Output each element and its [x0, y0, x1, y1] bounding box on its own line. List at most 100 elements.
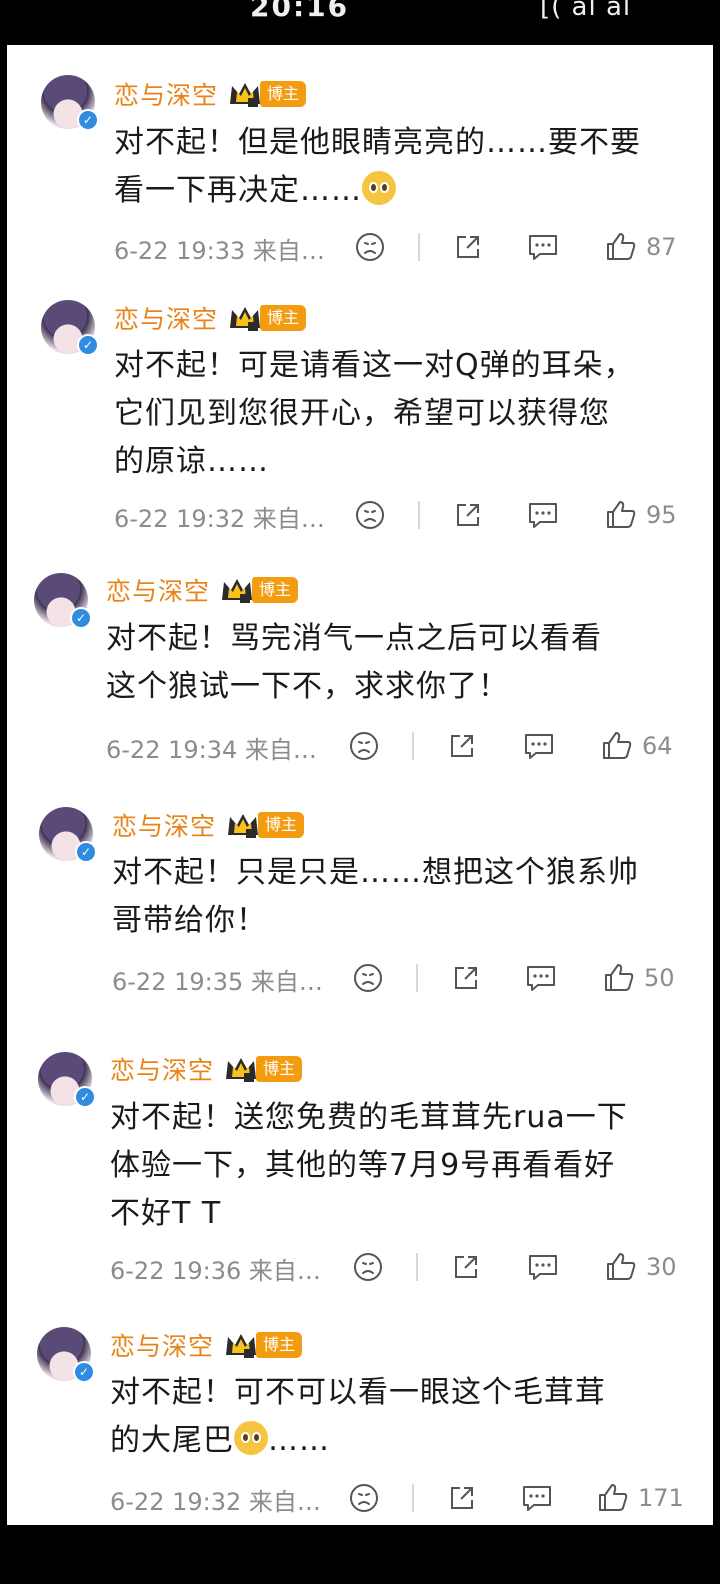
comment-text: 对不起！送您免费的毛茸茸先rua一下 体验一下，其他的等7月9号再看看好 不好T…: [110, 1100, 628, 1231]
comment-timestamp: 6-22 19:35 来自…: [112, 968, 323, 996]
sad-face-icon: [350, 1484, 378, 1512]
comment-feed[interactable]: ✓ 恋与深空 博主 对不起！但是他眼睛亮亮的……要不要 看一下再决定…… 6-2…: [7, 45, 713, 1525]
pleading-face-emoji-icon: [362, 171, 396, 205]
like-count: 50: [644, 964, 675, 992]
username[interactable]: 恋与深空: [106, 572, 210, 608]
crown-icon: [228, 80, 262, 108]
comment-meta: 6-22 19:34 来自… 64: [106, 726, 686, 766]
like-count: 87: [646, 233, 677, 261]
username[interactable]: 恋与深空: [114, 76, 218, 112]
status-icons: [( al al: [540, 0, 632, 22]
dislike-button[interactable]: [354, 495, 386, 535]
comment-icon: [527, 966, 555, 991]
sad-face-icon: [356, 501, 384, 529]
thumbs-up-icon: [599, 1484, 628, 1511]
avatar[interactable]: ✓: [39, 807, 97, 863]
dislike-button[interactable]: [348, 1478, 380, 1518]
like-count: 95: [646, 501, 677, 529]
status-bar: 20:16 [( al al: [0, 0, 720, 45]
like-count: 64: [642, 732, 673, 760]
verified-icon: ✓: [74, 1086, 96, 1108]
blogger-badge: 博主: [260, 305, 307, 331]
thumbs-up-icon: [605, 964, 634, 991]
crown-icon: [224, 1055, 258, 1083]
blogger-badge: 博主: [258, 812, 305, 838]
like-button[interactable]: 87: [604, 227, 677, 267]
verified-icon: ✓: [77, 109, 99, 131]
comment-meta: 6-22 19:35 来自… 50: [112, 958, 692, 998]
comment-icon: [525, 734, 553, 759]
comment-icon: [529, 235, 557, 260]
share-button[interactable]: [452, 227, 484, 267]
share-icon: [451, 735, 473, 757]
crown-icon: [226, 811, 260, 839]
divider: [416, 964, 418, 992]
share-button[interactable]: [446, 726, 478, 766]
comment-timestamp: 6-22 19:33 来自…: [114, 237, 325, 265]
dislike-button[interactable]: [348, 726, 380, 766]
dislike-button[interactable]: [354, 227, 386, 267]
like-button[interactable]: 95: [604, 495, 677, 535]
sad-face-icon: [354, 1253, 382, 1281]
comment-icon: [529, 503, 557, 528]
comment-timestamp: 6-22 19:32 来自…: [114, 505, 325, 533]
reply-button[interactable]: [526, 495, 560, 535]
avatar[interactable]: ✓: [37, 1327, 95, 1383]
comment-text: 对不起！但是他眼睛亮亮的……要不要 看一下再决定……: [114, 119, 694, 215]
divider: [418, 233, 420, 261]
thumbs-up-icon: [607, 501, 636, 528]
share-button[interactable]: [446, 1478, 478, 1518]
pleading-face-emoji-icon: [234, 1421, 268, 1455]
username[interactable]: 恋与深空: [110, 1327, 214, 1363]
comment-timestamp: 6-22 19:32 来自…: [110, 1488, 321, 1516]
divider: [412, 1484, 414, 1512]
like-button[interactable]: 64: [600, 726, 673, 766]
thumbs-up-icon: [607, 233, 636, 260]
avatar[interactable]: ✓: [41, 300, 99, 356]
divider: [416, 1253, 418, 1281]
crown-icon: [224, 1331, 258, 1359]
sad-face-icon: [356, 233, 384, 261]
reply-button[interactable]: [522, 726, 556, 766]
status-clock: 20:16: [250, 0, 350, 23]
avatar[interactable]: ✓: [34, 573, 92, 629]
share-button[interactable]: [450, 958, 482, 998]
reply-button[interactable]: [526, 1247, 560, 1287]
avatar[interactable]: ✓: [41, 75, 99, 131]
verified-icon: ✓: [75, 841, 97, 863]
dislike-button[interactable]: [352, 1247, 384, 1287]
comment-meta: 6-22 19:32 来自… 171: [110, 1478, 690, 1518]
verified-icon: ✓: [77, 334, 99, 356]
like-count: 171: [638, 1484, 684, 1512]
username[interactable]: 恋与深空: [110, 1051, 214, 1087]
reply-button[interactable]: [526, 227, 560, 267]
avatar[interactable]: ✓: [38, 1052, 96, 1108]
verified-icon: ✓: [70, 607, 92, 629]
thumbs-up-icon: [607, 1253, 636, 1280]
like-count: 30: [646, 1253, 677, 1281]
crown-icon: [220, 576, 254, 604]
like-button[interactable]: 171: [596, 1478, 684, 1518]
like-button[interactable]: 30: [604, 1247, 677, 1287]
reply-button[interactable]: [520, 1478, 554, 1518]
share-button[interactable]: [450, 1247, 482, 1287]
comment-text: 对不起！只是只是……想把这个狼系帅 哥带给你！: [112, 855, 639, 938]
comment-text-body: 对不起！可不可以看一眼这个毛茸茸 的大尾巴: [110, 1375, 606, 1458]
like-button[interactable]: 50: [602, 958, 675, 998]
share-button[interactable]: [452, 495, 484, 535]
comment-meta: 6-22 19:36 来自… 30: [110, 1247, 690, 1287]
blogger-badge: 博主: [252, 577, 299, 603]
verified-icon: ✓: [73, 1361, 95, 1383]
dislike-button[interactable]: [352, 958, 384, 998]
username[interactable]: 恋与深空: [114, 300, 218, 336]
comment-timestamp: 6-22 19:34 来自…: [106, 736, 317, 764]
username[interactable]: 恋与深空: [112, 807, 216, 843]
comment-meta: 6-22 19:32 来自… 95: [114, 495, 694, 535]
bottom-bar: [0, 1525, 720, 1584]
sad-face-icon: [354, 964, 382, 992]
comment-icon: [529, 1255, 557, 1280]
share-icon: [451, 1487, 473, 1509]
reply-button[interactable]: [524, 958, 558, 998]
comment-text: 对不起！可是请看这一对Q弹的耳朵， 它们见到您很开心，希望可以获得您 的原谅……: [114, 348, 635, 479]
share-icon: [455, 1256, 477, 1278]
